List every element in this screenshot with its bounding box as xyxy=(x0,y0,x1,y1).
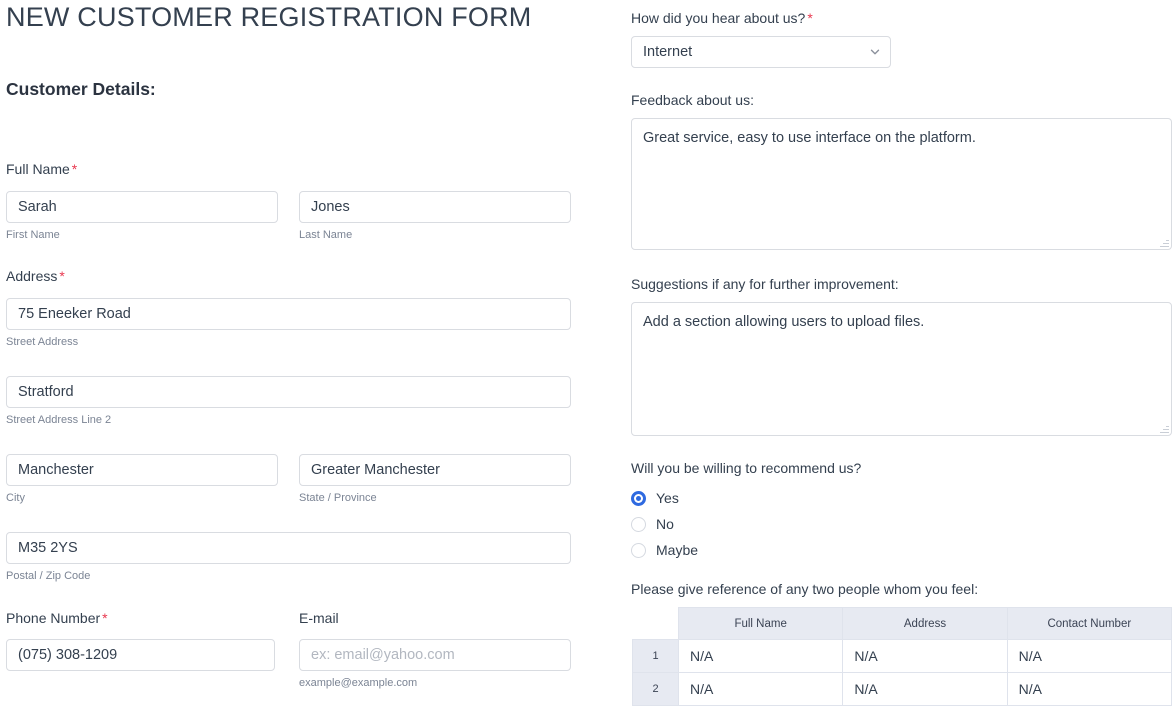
phone-label-group: Phone Number * xyxy=(6,609,108,628)
cell-full-name[interactable]: N/A xyxy=(677,672,844,706)
email-input[interactable] xyxy=(299,639,571,671)
recommend-radio-group: Yes No Maybe xyxy=(631,485,698,563)
street-address-line2-input[interactable] xyxy=(6,376,571,408)
radio-option-no[interactable]: No xyxy=(631,511,698,537)
postal-code-input[interactable] xyxy=(6,532,571,564)
left-column: NEW CUSTOMER REGISTRATION FORM Customer … xyxy=(0,0,600,716)
city-input[interactable] xyxy=(6,454,278,486)
address-label-group: Address * xyxy=(6,267,65,286)
radio-option-maybe[interactable]: Maybe xyxy=(631,537,698,563)
radio-icon[interactable] xyxy=(631,516,646,532)
required-asterisk: * xyxy=(807,10,813,26)
table-row: 2 N/A N/A N/A xyxy=(632,672,1173,706)
cell-contact-number[interactable]: N/A xyxy=(1006,639,1173,673)
table-header-row: Full Name Address Contact Number xyxy=(633,607,1173,640)
first-name-input[interactable] xyxy=(6,191,278,223)
postal-code-sublabel: Postal / Zip Code xyxy=(6,570,91,582)
registration-form-page: NEW CUSTOMER REGISTRATION FORM Customer … xyxy=(0,0,1176,716)
radio-label: Yes xyxy=(656,490,679,506)
feedback-textarea-wrapper xyxy=(631,118,1172,250)
recommend-label: Will you be willing to recommend us? xyxy=(631,460,862,476)
hear-about-label-group: How did you hear about us? * xyxy=(631,9,813,28)
email-label: E-mail xyxy=(299,610,339,626)
cell-address[interactable]: N/A xyxy=(842,672,1008,706)
table-corner-cell xyxy=(633,608,679,640)
required-asterisk: * xyxy=(71,161,78,177)
hear-about-selected-value: Internet xyxy=(643,44,693,60)
references-table: Full Name Address Contact Number 1 N/A N… xyxy=(632,607,1173,706)
column-header-full-name: Full Name xyxy=(677,607,844,640)
row-number: 2 xyxy=(632,672,679,706)
suggestions-textarea-wrapper xyxy=(631,302,1172,436)
phone-number-label: Phone Number xyxy=(6,610,101,626)
required-asterisk: * xyxy=(59,268,65,284)
state-province-input[interactable] xyxy=(299,454,571,486)
street-address-sublabel: Street Address xyxy=(6,336,79,348)
cell-address[interactable]: N/A xyxy=(842,639,1008,673)
page-title: NEW CUSTOMER REGISTRATION FORM xyxy=(6,2,532,32)
feedback-textarea[interactable] xyxy=(631,118,1172,250)
email-sublabel: example@example.com xyxy=(299,677,418,689)
feedback-label: Feedback about us: xyxy=(631,92,754,108)
street-address-input[interactable] xyxy=(6,298,571,330)
hear-about-select-wrapper: Internet xyxy=(631,36,891,68)
radio-icon[interactable] xyxy=(631,542,646,558)
full-name-label: Full Name xyxy=(6,161,70,177)
postal-code-field: Postal / Zip Code xyxy=(6,532,571,583)
right-column: How did you hear about us? * Internet Fee… xyxy=(620,0,1176,716)
cell-full-name[interactable]: N/A xyxy=(677,639,844,673)
email-label-group: E-mail xyxy=(299,609,339,628)
hear-about-label: How did you hear about us? xyxy=(631,10,806,26)
state-province-sublabel: State / Province xyxy=(299,492,377,504)
email-field: example@example.com xyxy=(299,639,571,690)
suggestions-textarea[interactable] xyxy=(631,302,1172,436)
city-sublabel: City xyxy=(6,492,25,504)
hear-about-select[interactable]: Internet xyxy=(631,36,891,68)
city-field: City xyxy=(6,454,278,505)
street-address-line2-sublabel: Street Address Line 2 xyxy=(6,414,112,426)
full-name-label-group: Full Name * xyxy=(6,160,77,179)
last-name-sublabel: Last Name xyxy=(299,229,353,241)
column-header-address: Address xyxy=(842,607,1008,640)
state-province-field: State / Province xyxy=(299,454,571,505)
address-label: Address xyxy=(6,268,58,284)
references-label: Please give reference of any two people … xyxy=(631,581,979,597)
radio-label: Maybe xyxy=(656,542,699,558)
radio-label: No xyxy=(656,516,674,532)
street-address-field: Street Address xyxy=(6,298,571,349)
radio-option-yes[interactable]: Yes xyxy=(631,485,698,511)
row-number: 1 xyxy=(632,639,679,673)
radio-icon-selected[interactable] xyxy=(631,490,646,506)
required-asterisk: * xyxy=(102,610,108,626)
last-name-input[interactable] xyxy=(299,191,571,223)
cell-contact-number[interactable]: N/A xyxy=(1006,672,1173,706)
suggestions-label: Suggestions if any for further improveme… xyxy=(631,276,899,292)
first-name-sublabel: First Name xyxy=(6,229,60,241)
phone-number-input[interactable] xyxy=(6,639,275,671)
references-table-wrapper: Full Name Address Contact Number 1 N/A N… xyxy=(632,607,1173,706)
street-address-line2-field: Street Address Line 2 xyxy=(6,376,571,427)
column-header-contact-number: Contact Number xyxy=(1006,607,1173,640)
section-heading-customer-details: Customer Details: xyxy=(6,79,156,99)
table-row: 1 N/A N/A N/A xyxy=(632,639,1173,673)
first-name-field: First Name xyxy=(6,191,278,242)
phone-number-field xyxy=(6,639,275,671)
last-name-field: Last Name xyxy=(299,191,571,242)
